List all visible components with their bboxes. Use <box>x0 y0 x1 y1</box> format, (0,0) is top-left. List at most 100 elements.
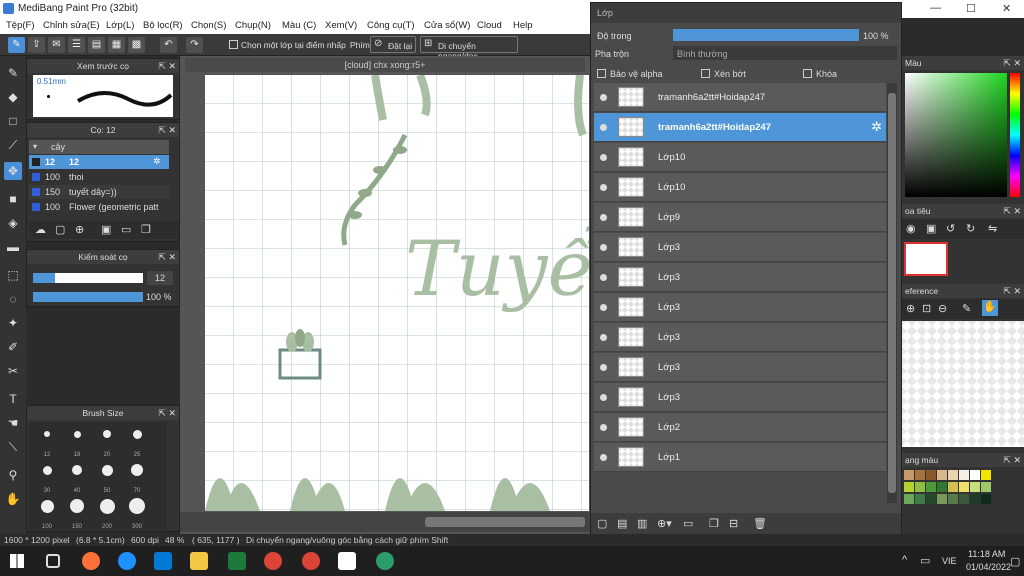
brush-item[interactable]: 150 tuyết dây=)) <box>29 185 169 199</box>
select-one-layer-checkbox[interactable] <box>229 40 238 49</box>
minimize-button[interactable]: — <box>930 2 941 14</box>
delete-brush-icon[interactable]: ❐ <box>141 223 151 236</box>
task-view-icon[interactable] <box>46 554 60 568</box>
notification-icon[interactable]: ▢ <box>1010 555 1020 568</box>
eraser-tool-icon[interactable]: ◆ <box>4 88 22 106</box>
lasso-tool-icon[interactable]: ◌ <box>4 290 22 308</box>
magic-wand-icon[interactable]: ✦ <box>4 314 22 332</box>
gear-icon[interactable]: ✲ <box>871 119 882 135</box>
panel-close-icon[interactable]: ⇱ ✕ <box>1003 56 1021 70</box>
share-icon[interactable]: ⇪ <box>28 37 45 53</box>
palette-swatch[interactable] <box>904 494 914 504</box>
layer-row[interactable]: Lớp10 <box>594 143 886 172</box>
palette-swatch[interactable] <box>904 470 914 480</box>
palette-swatch[interactable] <box>926 482 936 492</box>
zoom-in-icon[interactable]: ◉ <box>906 222 916 235</box>
brush-size-value[interactable]: 12 <box>147 271 173 285</box>
canvas-tab[interactable]: [cloud] chx xong:r5+ <box>185 58 585 72</box>
edge-icon[interactable] <box>118 552 136 570</box>
select-eraser-icon[interactable]: ✂ <box>4 362 22 380</box>
visibility-icon[interactable] <box>600 244 607 251</box>
visibility-icon[interactable] <box>600 364 607 371</box>
chrome-icon[interactable] <box>302 552 320 570</box>
palette-swatch[interactable] <box>970 470 980 480</box>
layer-row[interactable]: Lớp3 <box>594 293 886 322</box>
brush-size-cell[interactable]: 300 <box>123 498 151 530</box>
layer-row[interactable]: tramanh6a2tt#Hoidap247 <box>594 83 886 112</box>
visibility-icon[interactable] <box>600 454 607 461</box>
cloud-brush-icon[interactable]: ☁ <box>35 223 46 236</box>
reference-canvas[interactable] <box>902 321 1024 447</box>
palette-swatch[interactable] <box>981 470 991 480</box>
brush-size-cell[interactable]: 40 <box>63 462 91 494</box>
network-icon[interactable]: ▭ <box>920 554 930 567</box>
layer-row[interactable]: Lớp1 <box>594 443 886 472</box>
eyedropper-icon[interactable]: ✎ <box>962 302 971 315</box>
page-icon[interactable]: ▤ <box>88 37 105 53</box>
visibility-icon[interactable] <box>600 424 607 431</box>
panel-close-icon[interactable]: ⇱ ✕ <box>1003 453 1021 467</box>
copy-brush-icon[interactable]: ▣ <box>101 223 111 236</box>
visibility-icon[interactable] <box>600 124 607 131</box>
dot-tool-icon[interactable]: □ <box>4 112 22 130</box>
panel-icon[interactable]: ▦ <box>108 37 125 53</box>
menu-edit[interactable]: Chỉnh sửa(E) <box>43 20 100 31</box>
grid-icon[interactable]: ▩ <box>128 37 145 53</box>
new-layer-icon[interactable]: ▢ <box>597 517 607 530</box>
fit-icon[interactable]: ▣ <box>926 222 936 235</box>
menu-view[interactable]: Xem(V) <box>325 20 357 31</box>
layer-scrollbar[interactable] <box>887 83 897 503</box>
layer-row[interactable]: Lớp2 <box>594 413 886 442</box>
color-picker[interactable] <box>905 73 1007 197</box>
palette-swatch[interactable] <box>959 482 969 492</box>
brush-group[interactable]: ▾ cây <box>29 140 169 154</box>
palette-swatch[interactable] <box>926 494 936 504</box>
folder-icon[interactable]: ▭ <box>121 223 131 236</box>
layer-row[interactable]: Lớp3 <box>594 323 886 352</box>
brush-size-cell[interactable]: 30 <box>33 462 61 494</box>
gear-icon[interactable]: ✲ <box>153 156 161 167</box>
folder-icon[interactable]: ▭ <box>683 517 693 530</box>
horizontal-scrollbar[interactable] <box>425 517 585 527</box>
palette-swatch[interactable] <box>937 470 947 480</box>
visibility-icon[interactable] <box>600 304 607 311</box>
select-pen-icon[interactable]: ✐ <box>4 338 22 356</box>
lock-checkbox[interactable] <box>803 69 812 78</box>
rotate-right-icon[interactable]: ↻ <box>966 222 975 235</box>
hand-icon[interactable]: ✋ <box>982 300 998 316</box>
brush-size-cell[interactable]: 25 <box>123 426 151 458</box>
rotate-left-icon[interactable]: ↺ <box>946 222 955 235</box>
chrome-icon[interactable] <box>264 552 282 570</box>
palette-swatch[interactable] <box>948 470 958 480</box>
move-mode-button[interactable]: ⊞ Di chuyển ngang/dọc <box>420 36 518 61</box>
brush-size-cell[interactable]: 200 <box>93 498 121 530</box>
panel-close-icon[interactable]: ⇱ ✕ <box>158 250 176 264</box>
brush-item[interactable]: 12 12 ✲ <box>29 155 169 169</box>
hand-tool-icon[interactable]: ✋ <box>4 490 22 508</box>
panel-close-icon[interactable]: ⇱ ✕ <box>1003 204 1021 218</box>
palette-swatch[interactable] <box>937 494 947 504</box>
add-layer-dropdown-icon[interactable]: ⊕▾ <box>657 517 672 530</box>
palette-swatch[interactable] <box>915 470 925 480</box>
merge-layer-icon[interactable]: ⊟ <box>729 517 738 530</box>
layer-row[interactable]: Lớp10 <box>594 173 886 202</box>
clipping-checkbox[interactable] <box>701 69 710 78</box>
comment-icon[interactable]: ✉ <box>48 37 65 53</box>
blend-select[interactable]: Bình thường <box>673 46 897 60</box>
zoom-in-icon[interactable]: ⊕ <box>906 302 915 315</box>
reset-button[interactable]: ⊘ Đặt lại <box>370 36 416 53</box>
menu-layer[interactable]: Lớp(L) <box>106 20 134 31</box>
panel-close-icon[interactable]: ⇱ ✕ <box>1003 284 1021 298</box>
layer-scroll-thumb[interactable] <box>888 93 896 493</box>
brush-tool-icon[interactable]: ✎ <box>4 64 22 82</box>
new-halftone-layer-icon[interactable]: ▤ <box>617 517 627 530</box>
navigator-thumbnail[interactable] <box>904 242 948 276</box>
layer-row[interactable]: Lớp3 <box>594 353 886 382</box>
palette-swatch[interactable] <box>948 494 958 504</box>
move-tool-icon[interactable]: ✥ <box>4 162 22 180</box>
new-brush-icon[interactable]: ▢ <box>55 223 65 236</box>
clock-date[interactable]: 01/04/2022 <box>966 562 1011 572</box>
menu-select[interactable]: Chọn(S) <box>191 20 226 31</box>
palette-swatch[interactable] <box>970 494 980 504</box>
palette-swatch[interactable] <box>981 494 991 504</box>
